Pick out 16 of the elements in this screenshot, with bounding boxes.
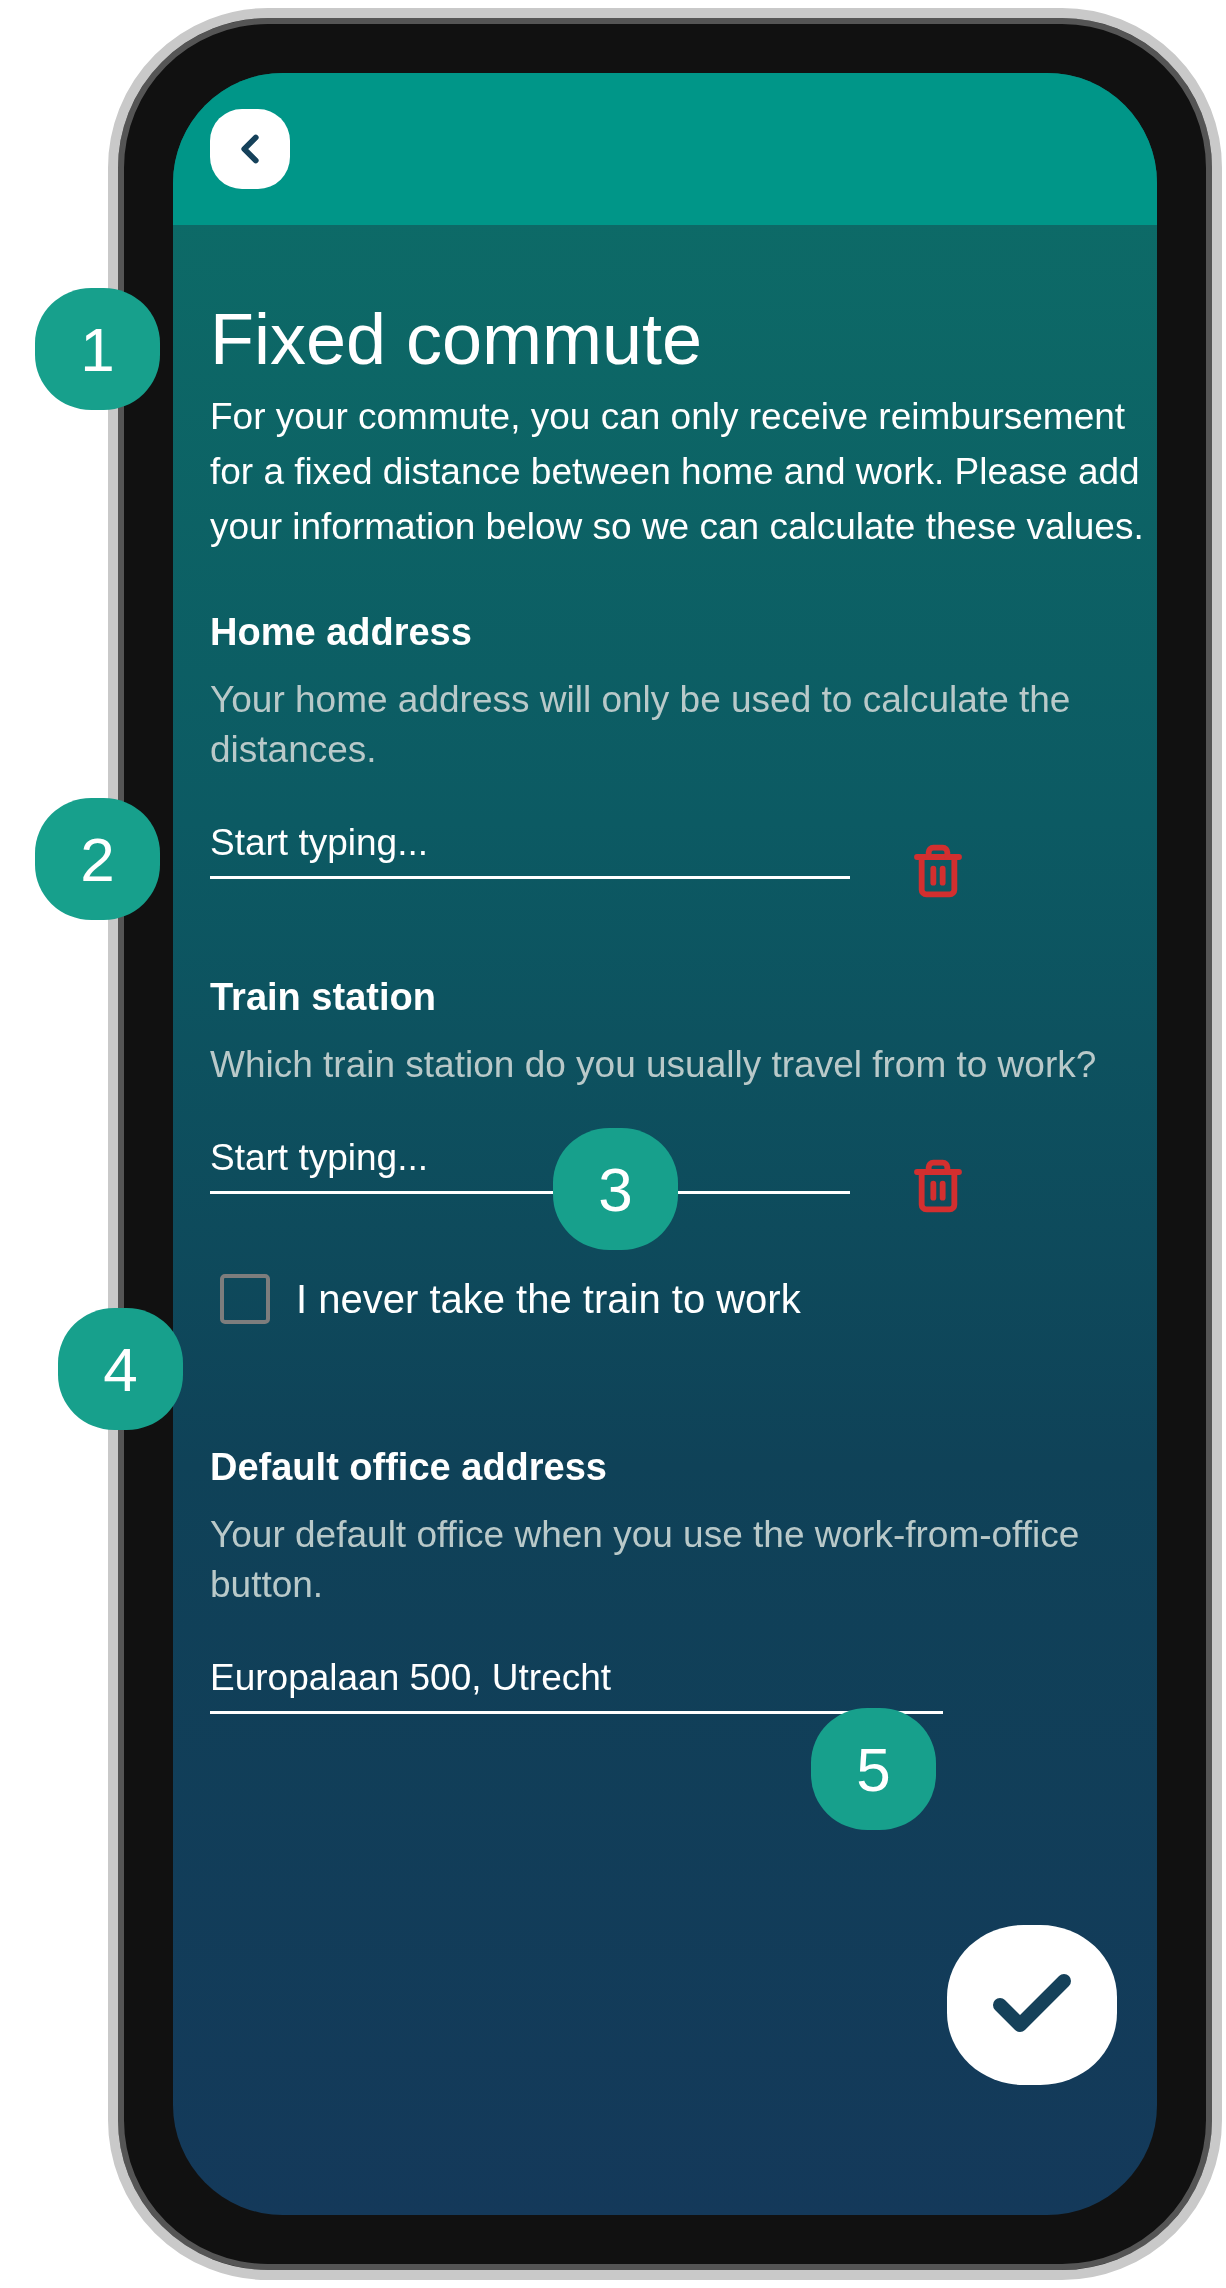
intro-text: For your commute, you can only receive reimbursement for a fixed distance between home and work. Please add your information below so we can calculate these values. <box>210 395 1145 549</box>
section-label: Home address <box>210 610 473 655</box>
section-label: Default office address <box>210 1445 608 1490</box>
callout-badge: 1 <box>35 288 160 410</box>
callout-badge: 2 <box>35 798 160 920</box>
section-label: Train station <box>210 975 437 1020</box>
page-title: Fixed commute <box>210 303 704 375</box>
back-button[interactable] <box>210 109 290 189</box>
checkbox[interactable] <box>220 1274 270 1324</box>
section-hint: Which train station do you usually travel from to work? <box>210 1042 1098 1087</box>
section-hint: Your default office when you use the work-from-office button. <box>210 1512 1081 1607</box>
text-field[interactable]: Europalaan 500, Utrecht <box>210 1649 943 1714</box>
checkbox-label: I never take the train to work <box>296 1276 801 1323</box>
text-field[interactable]: Start typing... <box>210 814 850 879</box>
section-hint: Your home address will only be used to calculate the distances. <box>210 677 1072 772</box>
callout-badge: 4 <box>58 1308 183 1430</box>
